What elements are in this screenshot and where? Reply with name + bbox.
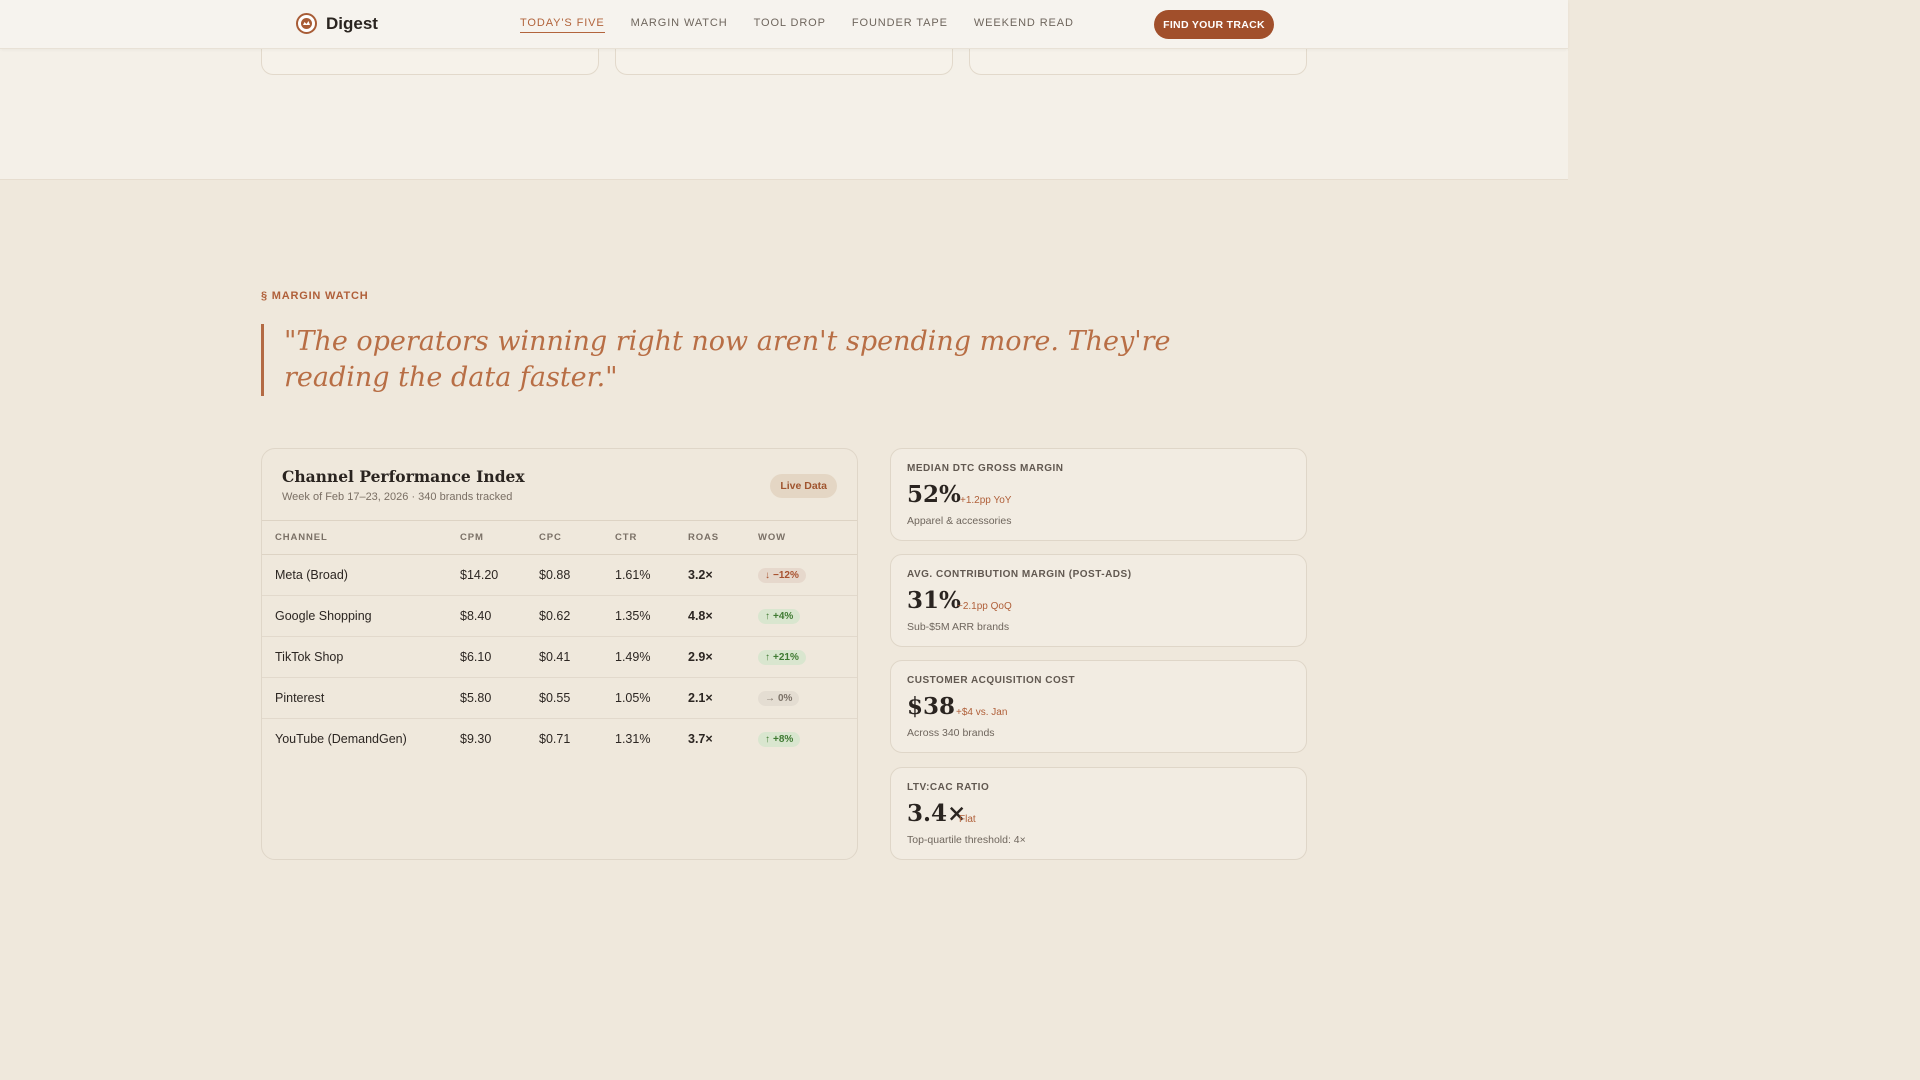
arrow-up-icon: ↑ <box>765 610 770 622</box>
channel-performance-card: Channel Performance Index Week of Feb 17… <box>261 448 858 860</box>
cpc-cell: $0.71 <box>539 731 571 746</box>
wow-cell: ↓ −12% <box>758 554 857 596</box>
table-row[interactable]: YouTube (DemandGen) $9.30 $0.71 1.31% 3.… <box>262 718 857 759</box>
metric-label: AVG. CONTRIBUTION MARGIN (POST-ADS) <box>907 569 1132 580</box>
card-subtitle: Week of Feb 17–23, 2026 · 340 brands tra… <box>282 491 513 503</box>
metric-note: Sub-$5M ARR brands <box>907 621 1010 633</box>
roas-cell: 2.1× <box>688 677 758 719</box>
cpm-cell: $6.10 <box>460 636 539 678</box>
cpm-cell: $8.40 <box>460 595 539 637</box>
pull-quote: "The operators winning right now aren't … <box>261 324 1281 396</box>
channel-cell: YouTube (DemandGen) <box>275 731 407 746</box>
nav-weekend-read[interactable]: WEEKEND READ <box>974 17 1074 33</box>
section-eyebrow: § MARGIN WATCH <box>261 290 369 302</box>
nav-tool-drop[interactable]: TOOL DROP <box>754 17 826 33</box>
metric-card-ltv-cac: LTV:CAC RATIO 3.4× Flat Top-quartile thr… <box>890 767 1307 860</box>
roas-cell: 3.7× <box>688 731 713 746</box>
arrow-right-icon: → <box>765 692 775 704</box>
wow-value: +4% <box>773 610 794 622</box>
table-row[interactable]: Google Shopping $8.40 $0.62 1.35% 4.8× ↑… <box>262 595 857 637</box>
wow-badge: ↑ +4% <box>758 608 801 624</box>
arrow-down-icon: ↓ <box>765 569 770 581</box>
metric-label: LTV:CAC RATIO <box>907 782 990 793</box>
wow-value: 0% <box>778 692 793 704</box>
metric-note: Across 340 brands <box>907 727 995 739</box>
cpm-cell: $5.80 <box>460 677 539 719</box>
channel-cell: Google Shopping <box>262 595 460 637</box>
metric-delta: Flat <box>959 814 976 825</box>
find-your-track-button[interactable]: FIND YOUR TRACK <box>1154 10 1274 39</box>
cpc-cell: $0.88 <box>539 554 615 596</box>
column-header: CTR <box>615 521 688 555</box>
column-header: CHANNEL <box>262 521 460 555</box>
metric-note: Top-quartile threshold: 4× <box>907 834 1026 846</box>
logo[interactable]: Digest <box>296 13 378 34</box>
wow-cell: ↑ +21% <box>758 636 857 678</box>
column-header: WOW <box>758 521 857 555</box>
column-header: ROAS <box>688 521 758 555</box>
live-data-badge: Live Data <box>770 474 837 498</box>
ctr-cell: 1.61% <box>615 554 688 596</box>
wow-value: −12% <box>773 569 799 581</box>
metric-label: MEDIAN DTC GROSS MARGIN <box>907 463 1064 474</box>
column-header: CPC <box>539 521 615 555</box>
metric-value: 3.4× <box>907 800 967 827</box>
nav-founder-tape[interactable]: FOUNDER TAPE <box>852 17 948 33</box>
wow-badge: → 0% <box>758 690 800 706</box>
ctr-cell: 1.31% <box>615 731 651 746</box>
metric-value: 52% <box>907 481 961 508</box>
arrow-up-icon: ↑ <box>765 651 770 663</box>
wow-badge: ↑ +8% <box>758 731 801 747</box>
metric-card-cac: CUSTOMER ACQUISITION COST $38 +$4 vs. Ja… <box>890 660 1307 753</box>
arrow-up-icon: ↑ <box>765 733 770 745</box>
metric-card-contribution-margin: AVG. CONTRIBUTION MARGIN (POST-ADS) 31% … <box>890 554 1307 647</box>
metric-delta: −2.1pp QoQ <box>957 601 1012 612</box>
ctr-cell: 1.05% <box>615 677 688 719</box>
wow-badge: ↑ +21% <box>758 649 806 665</box>
logo-text: Digest <box>326 13 378 33</box>
metric-value: 31% <box>907 587 961 614</box>
roas-cell: 4.8× <box>688 595 758 637</box>
channel-cell: Pinterest <box>262 677 460 719</box>
cpc-cell: $0.62 <box>539 595 615 637</box>
metric-delta: +$4 vs. Jan <box>956 707 1008 718</box>
nav-margin-watch[interactable]: MARGIN WATCH <box>631 17 728 33</box>
column-header: CPM <box>460 521 539 555</box>
wow-cell: ↑ +4% <box>758 595 857 637</box>
cpm-cell: $14.20 <box>460 554 539 596</box>
table-row[interactable]: Pinterest $5.80 $0.55 1.05% 2.1× → 0% <box>262 677 857 719</box>
card-title: Channel Performance Index <box>282 467 525 486</box>
wow-value: +8% <box>773 733 794 745</box>
digest-logo-icon <box>296 13 317 34</box>
cpc-cell: $0.41 <box>539 636 615 678</box>
wow-cell: → 0% <box>758 677 857 719</box>
card-header: Channel Performance Index Week of Feb 17… <box>262 449 857 521</box>
channel-table: CHANNEL CPM CPC CTR ROAS WOW Meta (Broad… <box>262 521 857 759</box>
cpc-cell: $0.55 <box>539 677 615 719</box>
metric-value: $38 <box>907 693 956 720</box>
wow-cell: ↑ +8% <box>758 718 857 759</box>
main-nav: TODAY'S FIVE MARGIN WATCH TOOL DROP FOUN… <box>520 17 1100 33</box>
wow-badge: ↓ −12% <box>758 567 806 583</box>
roas-cell: 2.9× <box>688 636 758 678</box>
table-row[interactable]: TikTok Shop $6.10 $0.41 1.49% 2.9× ↑ +21… <box>262 636 857 678</box>
wow-value: +21% <box>773 651 799 663</box>
channel-cell: Meta (Broad) <box>262 554 460 596</box>
site-header: Digest TODAY'S FIVE MARGIN WATCH TOOL DR… <box>0 0 1568 49</box>
roas-cell: 3.2× <box>688 554 758 596</box>
nav-todays-five[interactable]: TODAY'S FIVE <box>520 17 605 33</box>
ctr-cell: 1.35% <box>615 595 688 637</box>
metric-delta: +1.2pp YoY <box>960 495 1012 506</box>
cpm-cell: $9.30 <box>460 731 492 746</box>
table-row[interactable]: Meta (Broad) $14.20 $0.88 1.61% 3.2× ↓ −… <box>262 554 857 596</box>
metric-note: Apparel & accessories <box>907 515 1012 527</box>
table-header-row: CHANNEL CPM CPC CTR ROAS WOW <box>262 521 857 555</box>
metric-label: CUSTOMER ACQUISITION COST <box>907 675 1076 686</box>
metric-card-gross-margin: MEDIAN DTC GROSS MARGIN 52% +1.2pp YoY A… <box>890 448 1307 541</box>
channel-cell: TikTok Shop <box>262 636 460 678</box>
ctr-cell: 1.49% <box>615 636 688 678</box>
